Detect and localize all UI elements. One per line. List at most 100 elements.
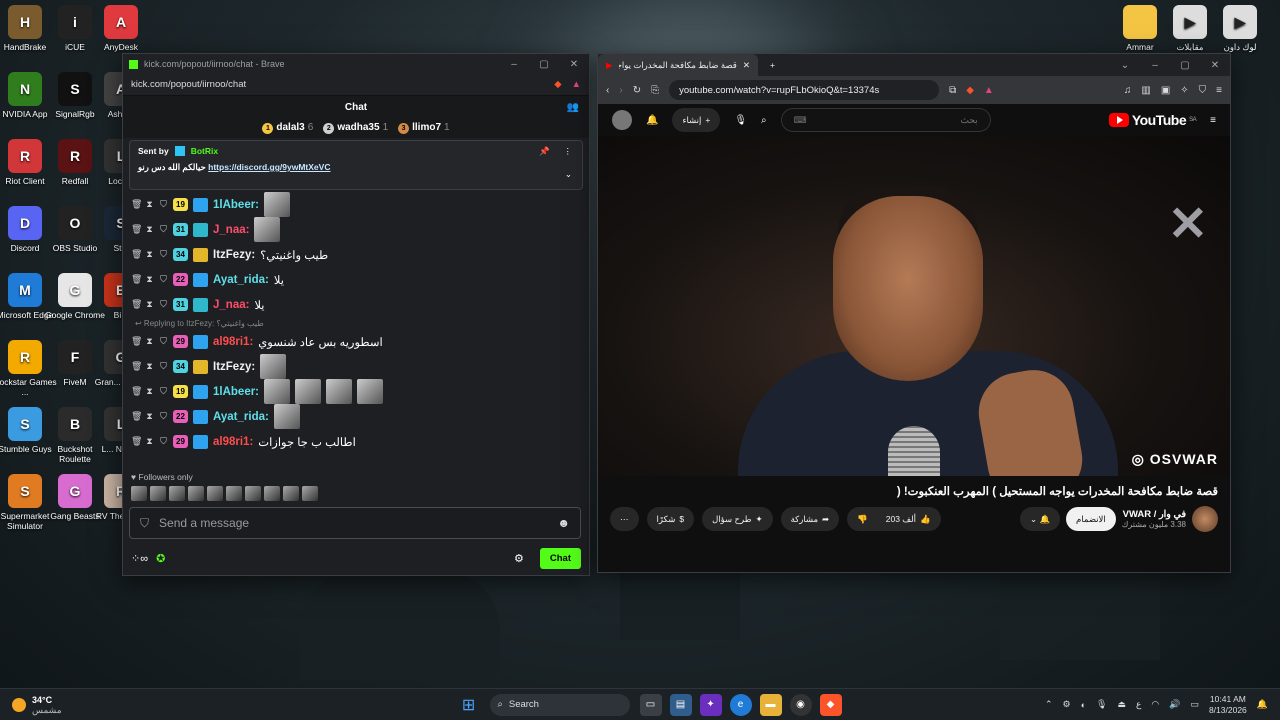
delete-icon[interactable]: 🗑 <box>131 336 142 347</box>
users-icon[interactable]: 👥 <box>567 102 579 113</box>
channel-name[interactable]: في وار / VWAR <box>1122 509 1186 520</box>
notifications-icon[interactable]: 🔔 <box>646 115 658 126</box>
kick-coin-icon[interactable]: ✪ <box>156 552 165 565</box>
delete-icon[interactable]: 🗑 <box>131 199 142 210</box>
leo-icon[interactable]: ✧ <box>1180 85 1188 96</box>
message-input[interactable]: ⛉ Send a message ☻ <box>129 507 581 539</box>
chat-username[interactable]: J_naa: <box>213 224 249 236</box>
chevron-down-icon[interactable]: ⌄ <box>565 169 572 180</box>
brave-shield-icon[interactable]: ◆ <box>554 79 561 90</box>
chat-address-bar[interactable]: kick.com/popout/iirnoo/chat ◆ ▲ <box>123 74 589 96</box>
delete-icon[interactable]: 🗑 <box>131 249 142 260</box>
taskbar-search[interactable]: ⌕ Search <box>489 693 630 716</box>
emote[interactable] <box>207 486 223 501</box>
leaderboard-entry[interactable]: 2 wadha35 1 <box>323 122 388 134</box>
youtube-logo[interactable]: YouTube SA <box>1108 112 1197 128</box>
chat-username[interactable]: ItzFezy: <box>213 361 255 373</box>
maximize-button[interactable]: ▢ <box>1170 60 1200 71</box>
account-avatar[interactable] <box>612 110 632 130</box>
like-icon[interactable]: 👍 <box>920 514 931 525</box>
chat-username[interactable]: Ayat_rida: <box>213 274 269 286</box>
bookmark-icon[interactable]: ⎘ <box>651 85 659 96</box>
ban-icon[interactable]: ⛉ <box>159 436 168 447</box>
weather-sun-icon[interactable] <box>12 697 26 712</box>
clock[interactable]: 10:41 AM 8/13/2026 <box>1209 694 1247 716</box>
microphone-icon[interactable]: 🎙 <box>1096 699 1107 710</box>
brave-rewards-icon[interactable]: ▲ <box>984 85 994 96</box>
maximize-button[interactable]: ▢ <box>529 59 559 70</box>
edge-icon[interactable]: e <box>729 693 752 716</box>
delete-icon[interactable]: 🗑 <box>131 299 142 310</box>
delete-icon[interactable]: 🗑 <box>131 224 142 235</box>
wallet-icon[interactable]: ▣ <box>1161 85 1170 96</box>
share-button[interactable]: مشاركة ➦ <box>780 507 840 531</box>
rewards-icon[interactable]: ⁘∞ <box>131 552 148 565</box>
emote[interactable] <box>264 486 280 501</box>
timeout-icon[interactable]: ⧗ <box>145 224 154 235</box>
ban-icon[interactable]: ⛉ <box>159 299 168 310</box>
pin-icon[interactable]: 📌 <box>539 146 550 157</box>
desktop-icon[interactable]: A AnyDesk <box>88 5 154 52</box>
forward-icon[interactable]: › <box>619 85 622 96</box>
chat-message[interactable]: 🗑 ⧗ ⛉ 29 al98ri1: اسطوريه بس عاد شنسوي <box>131 329 581 354</box>
reload-icon[interactable]: ↻ <box>633 85 641 96</box>
channel-avatar[interactable] <box>1192 506 1218 532</box>
search-button-icon[interactable]: ⌕ <box>761 115 767 126</box>
store-icon[interactable]: ▤ <box>669 693 692 716</box>
minimize-button[interactable]: – <box>499 59 529 70</box>
minimize-button[interactable]: – <box>1140 60 1170 71</box>
keyboard-icon[interactable]: ⌨ <box>794 115 807 126</box>
ban-icon[interactable]: ⛉ <box>159 274 168 285</box>
create-button[interactable]: إنشاء + <box>672 108 721 132</box>
timeout-icon[interactable]: ⧗ <box>145 436 154 447</box>
yt-tab[interactable]: ▶ قصة ضابط مكافحة المخدرات يواجه ✕ <box>598 54 758 76</box>
emote[interactable] <box>302 486 318 501</box>
more-actions-button[interactable]: ⋯ <box>610 507 639 531</box>
emote[interactable] <box>226 486 242 501</box>
emote[interactable] <box>283 486 299 501</box>
translate-icon[interactable]: ⧉ <box>949 85 956 96</box>
usb-icon[interactable]: ⏏ <box>1117 699 1126 710</box>
ban-icon[interactable]: ⛉ <box>159 199 168 210</box>
tab-close-icon[interactable]: ✕ <box>743 60 750 71</box>
chat-username[interactable]: ItzFezy: <box>213 249 255 261</box>
pinned-discord-link[interactable]: https://discord.gg/9ywMtXeVC <box>208 162 330 172</box>
menu-icon[interactable]: ≡ <box>1216 85 1222 96</box>
delete-icon[interactable]: 🗑 <box>131 274 142 285</box>
leaderboard-entry[interactable]: 1 dalal3 6 <box>262 122 313 134</box>
join-button[interactable]: الانضمام <box>1066 507 1116 531</box>
chat-message[interactable]: 🗑 ⧗ ⛉ 31 J_naa: يلا <box>131 292 581 317</box>
video-player[interactable]: ✕ ◎ OSVWAR <box>598 136 1230 476</box>
timeout-icon[interactable]: ⧗ <box>145 199 154 210</box>
copilot-icon[interactable]: ✦ <box>699 693 722 716</box>
settings-gear-icon[interactable]: ⚙ <box>514 552 524 565</box>
desktop-icon[interactable]: ▶ لوك داون <box>1207 5 1273 52</box>
emote[interactable] <box>245 486 261 501</box>
yt-address-bar[interactable]: youtube.com/watch?v=rupFLbOkioQ&t=13374s <box>669 80 940 100</box>
volume-icon[interactable]: 🔊 <box>1169 699 1180 710</box>
delete-icon[interactable]: 🗑 <box>131 436 142 447</box>
voice-search-icon[interactable]: 🎙 <box>734 115 747 126</box>
ban-icon[interactable]: ⛉ <box>159 361 168 372</box>
close-button[interactable]: ✕ <box>559 59 589 70</box>
chat-username[interactable]: Ayat_rida: <box>213 411 269 423</box>
more-options-icon[interactable]: ⋮ <box>564 146 573 157</box>
weather-widget[interactable]: 34°C مشمس <box>32 695 62 715</box>
delete-icon[interactable]: 🗑 <box>131 411 142 422</box>
timeout-icon[interactable]: ⧗ <box>145 361 154 372</box>
ask-button[interactable]: طرح سؤال ✦ <box>702 507 773 531</box>
chat-username[interactable]: 1lAbeer: <box>213 386 259 398</box>
chat-username[interactable]: J_naa: <box>213 299 249 311</box>
start-icon[interactable]: ⊞ <box>458 694 480 716</box>
brave-rewards-icon[interactable]: ▲ <box>572 79 581 90</box>
obs-icon[interactable]: ◉ <box>789 693 812 716</box>
chat-message[interactable]: 🗑 ⧗ ⛉ 34 ItzFezy: طيب واغنيتي؟ <box>131 242 581 267</box>
new-tab-icon[interactable]: + <box>770 60 775 70</box>
timeout-icon[interactable]: ⧗ <box>145 299 154 310</box>
emote[interactable] <box>131 486 147 501</box>
thanks-button[interactable]: شكرًا $ <box>646 507 695 531</box>
chat-message[interactable]: 🗑 ⧗ ⛉ 22 Ayat_rida: يلا <box>131 267 581 292</box>
yt-search-input[interactable]: ⌨ بحث <box>780 108 991 132</box>
battery-icon[interactable]: ▭ <box>1190 699 1199 710</box>
wifi-icon[interactable]: ◠ <box>1151 699 1159 710</box>
